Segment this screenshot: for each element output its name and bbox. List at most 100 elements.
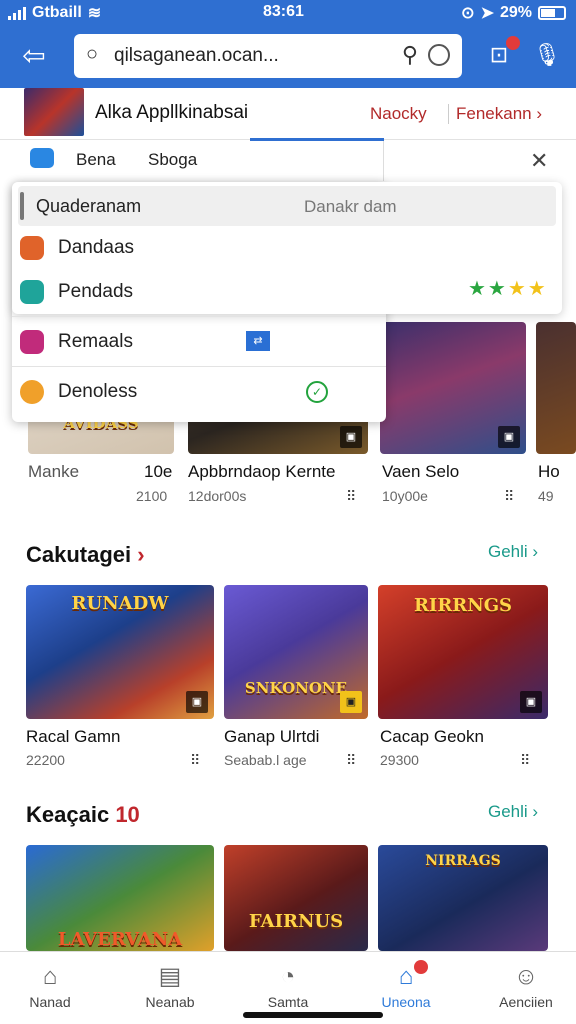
status-bar: Gtbaill ≋ 83:61 ⊙ ➤ 29% <box>0 0 576 26</box>
app-link-secondary[interactable]: Fenekann › <box>456 104 542 124</box>
game-tile[interactable]: FAIRNUS <box>224 845 368 951</box>
game-name: Ho <box>538 462 560 481</box>
dropdown-header-label: Quaderanam <box>36 196 142 216</box>
more-options-icon[interactable]: ⠿ <box>520 752 530 769</box>
game-type-icon: ▣ <box>520 691 542 713</box>
game-type-icon: ▣ <box>498 426 520 448</box>
menu-item-dandaas[interactable]: Dandaas <box>12 226 372 270</box>
game-tile[interactable]: ▣ <box>380 322 526 454</box>
game-sub: 10y00e <box>382 488 428 504</box>
notification-badge <box>506 36 520 50</box>
game-name: Cacap Geokn <box>380 727 484 746</box>
nav-item-home[interactable]: ⌂ Nanad <box>0 952 100 1024</box>
game-tile[interactable]: NIRRAGS <box>378 845 548 951</box>
game-banner: NIRRAGS <box>425 853 501 869</box>
section-title-text: Keaçaic <box>26 802 110 827</box>
nav-label: Aenciien <box>499 994 553 1010</box>
game-sub: 29300 <box>380 752 419 768</box>
rating-stars: ★★★★ <box>468 278 548 300</box>
more-options-icon[interactable]: ⠿ <box>346 752 356 769</box>
see-all-label: Gehli <box>488 802 528 821</box>
game-tile[interactable]: RUNADW ▣ <box>26 585 214 719</box>
game-name: Apbbrndaop Kernte <box>188 462 336 481</box>
game-name: Racal Gamn <box>26 727 121 746</box>
burger-icon <box>20 236 44 260</box>
menu-item-label: Pendads <box>58 281 134 302</box>
menu-divider <box>12 316 386 317</box>
battery-percent: 29% <box>499 4 532 21</box>
see-all-link[interactable]: Gehli › <box>488 802 538 822</box>
dropdown-header[interactable]: Quaderanam Danakr dam <box>18 186 556 226</box>
coin-icon <box>20 380 44 404</box>
home-icon: ⌂ <box>42 963 58 990</box>
app-thumbnail[interactable] <box>24 88 84 136</box>
status-right: ⊙ ➤ 29% <box>461 3 566 23</box>
menu-item-pendads[interactable]: Pendads <box>12 270 372 314</box>
rotation-lock-icon: ⊙ <box>461 5 475 22</box>
menu-item-remaals[interactable]: Remaals <box>12 320 372 364</box>
more-options-icon[interactable]: ⠿ <box>190 752 200 769</box>
game-banner: FAIRNUS <box>248 911 344 932</box>
chart-icon: ▤ <box>158 963 182 990</box>
app-link-secondary-label: Fenekann <box>456 104 532 123</box>
menu-divider <box>12 366 386 367</box>
section-count: 10 <box>115 802 140 827</box>
game-banner: LAVERVANA <box>57 929 183 950</box>
popup-tab-strip: Bena Sboga <box>12 141 384 181</box>
see-all-link[interactable]: Gehli › <box>488 542 538 562</box>
menu-item-label: Remaals <box>58 331 133 352</box>
section-title: Keaçaic 10 <box>26 802 140 828</box>
more-options-icon[interactable]: ⠿ <box>504 488 514 505</box>
see-all-label: Gehli <box>488 542 528 561</box>
search-submit-icon[interactable]: ⚲ <box>402 42 418 68</box>
chevron-right-icon: › <box>536 104 543 123</box>
app-link-divider <box>448 104 449 124</box>
nav-label: Uneona <box>381 994 431 1010</box>
game-banner: RUNADW <box>71 593 169 614</box>
close-icon[interactable]: ✕ <box>530 148 548 174</box>
history-icon[interactable] <box>428 44 450 66</box>
app-link-primary[interactable]: Naocky <box>370 104 427 124</box>
search-bar[interactable]: ○ ⚲ <box>74 34 462 78</box>
microphone-icon: 🎙︎ <box>533 42 561 67</box>
notification-badge <box>414 960 428 974</box>
app-title: Alka Appllkinabsai <box>95 102 249 123</box>
more-options-icon[interactable]: ⠿ <box>346 488 356 505</box>
nav-item-charts[interactable]: ▤ Neanab <box>120 952 220 1024</box>
game-sub: Seabab.l age <box>224 752 307 768</box>
check-circle-icon: ✓ <box>306 381 328 403</box>
popup-tab-1[interactable]: Bena <box>76 150 116 170</box>
game-sub: 12dor00s <box>188 488 247 504</box>
flag-icon: ⇄ <box>246 331 270 351</box>
game-type-icon: ▣ <box>340 426 362 448</box>
battery-icon <box>538 6 566 20</box>
map-icon <box>20 280 44 304</box>
game-tile[interactable] <box>536 322 576 454</box>
share-arrow-icon: ⇦ <box>22 40 46 71</box>
game-name: Manke <box>28 462 80 481</box>
game-sub: 22200 <box>26 752 65 768</box>
nav-label: Samta <box>267 994 309 1010</box>
app-header-row: Alka Appllkinabsai Naocky Fenekann › <box>0 88 576 140</box>
game-name: Ganap Ulrtdi <box>224 727 320 746</box>
game-type-icon: ▣ <box>186 691 208 713</box>
home-indicator <box>243 1012 383 1018</box>
game-tile[interactable]: LAVERVANA <box>26 845 214 951</box>
chevron-right-icon: › <box>137 542 145 567</box>
game-sub: 2100 <box>136 488 168 504</box>
nav-label: Neanab <box>145 994 195 1010</box>
search-input[interactable] <box>114 42 384 70</box>
voice-search-button[interactable]: 🎙︎ <box>532 42 562 70</box>
nav-item-account[interactable]: ☺ Aenciien <box>476 952 576 1024</box>
game-tile[interactable]: SNKONONE ▣ <box>224 585 368 719</box>
carrier-label: Gtbaill <box>32 4 82 21</box>
popup-tab-2[interactable]: Sboga <box>148 150 197 170</box>
nav-label: Nanad <box>29 994 71 1010</box>
wifi-icon: ≋ <box>87 5 102 22</box>
inbox-button[interactable]: ⊡ <box>484 36 520 70</box>
back-button[interactable]: ⇦ <box>14 38 54 74</box>
dropdown-header-hint: Danakr dam <box>304 197 397 216</box>
inbox-icon: ⊡ <box>489 42 509 67</box>
game-tile[interactable]: RIRRNGS ▣ <box>378 585 548 719</box>
top-app-bar: Gtbaill ≋ 83:61 ⊙ ➤ 29% ⇦ ○ ⚲ ⊡ 🎙︎ <box>0 0 576 88</box>
